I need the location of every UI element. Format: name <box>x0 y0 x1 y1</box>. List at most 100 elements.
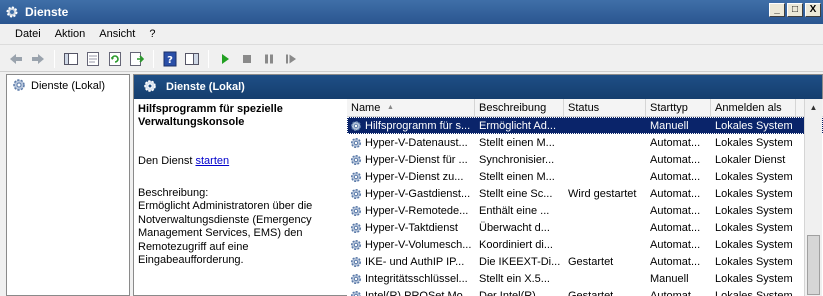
cell-logon: Lokales System <box>715 119 793 132</box>
table-row[interactable]: IKE- und AuthIP IP... Die IKEEXT-Di... Ges… <box>347 253 823 270</box>
cell-name: Hyper-V-Gastdienst... <box>347 185 475 202</box>
cell-status <box>564 134 646 151</box>
close-button[interactable]: X <box>805 3 821 17</box>
service-gear-icon <box>349 119 363 133</box>
back-arrow-icon[interactable] <box>6 49 26 69</box>
toolbar-separator <box>153 49 154 68</box>
cell-name: Hyper-V-Datenaust... <box>347 134 475 151</box>
cell-status <box>564 202 646 219</box>
cell-name: Hyper-V-Dienst zu... <box>347 168 475 185</box>
cell-logon: Lokales System <box>715 289 793 296</box>
service-gear-icon <box>349 204 363 218</box>
title-bar: Dienste _ □ X <box>0 0 823 24</box>
help-icon[interactable]: ? <box>160 49 180 69</box>
toolbar: ? <box>0 46 823 72</box>
tree-item-dienste-lokal[interactable]: Dienste (Lokal) <box>7 77 129 95</box>
cell-description: Koordiniert di... <box>479 238 553 251</box>
service-gear-icon <box>349 187 363 201</box>
cell-name: Hyper-V-Taktdienst <box>347 219 475 236</box>
table-row[interactable]: Hyper-V-Dienst für ... Synchronisier... Au… <box>347 151 823 168</box>
play-icon[interactable] <box>215 49 235 69</box>
maximize-button[interactable]: □ <box>787 3 803 17</box>
cell-status <box>564 236 646 253</box>
service-gear-icon <box>349 221 363 235</box>
stop-icon[interactable] <box>237 49 257 69</box>
scroll-up-icon[interactable]: ▲ <box>805 99 822 116</box>
table-row[interactable]: Hilfsprogramm für s... Ermöglicht Ad... Ma… <box>347 117 823 134</box>
cell-logon: Lokales System <box>715 187 793 200</box>
pause-icon[interactable] <box>259 49 279 69</box>
refresh-icon[interactable] <box>105 49 125 69</box>
console-tree-icon[interactable] <box>61 49 81 69</box>
vertical-scrollbar[interactable]: ▲ <box>804 99 822 296</box>
cell-description: Stellt eine Sc... <box>479 187 553 200</box>
restart-icon[interactable] <box>281 49 301 69</box>
minimize-button[interactable]: _ <box>769 3 785 17</box>
cell-name: Integritätsschlüssel... <box>347 270 475 287</box>
table-row[interactable]: Hyper-V-Volumesch... Koordiniert di... Aut… <box>347 236 823 253</box>
forward-arrow-icon[interactable] <box>28 49 48 69</box>
start-service-link[interactable]: starten <box>195 155 229 167</box>
table-row[interactable]: Integritätsschlüssel... Stellt ein X.5...… <box>347 270 823 287</box>
window-title: Dienste <box>25 5 69 19</box>
services-table: Name ▲ Beschreibung Status Starttyp Anmel… <box>347 99 823 296</box>
service-gear-icon <box>349 255 363 269</box>
cell-starttype: Automat... <box>650 238 701 251</box>
cell-status <box>564 117 646 134</box>
menu-ansicht[interactable]: Ansicht <box>92 28 142 40</box>
export-list-icon[interactable] <box>127 49 147 69</box>
cell-starttype: Automat... <box>650 136 701 149</box>
pane-header: Dienste (Lokal) <box>134 75 822 99</box>
service-heading: Hilfsprogramm für spezielle Verwaltungsk… <box>138 103 283 128</box>
cell-status: Gestartet <box>568 289 614 296</box>
cell-description: Stellt einen M... <box>479 170 555 183</box>
cell-status: Gestartet <box>568 255 614 268</box>
cell-description: Stellt einen M... <box>479 136 555 149</box>
cell-description: Ermöglicht Ad... <box>479 119 557 132</box>
start-service-line: Den Dienst starten <box>138 155 338 167</box>
cell-status <box>564 168 646 185</box>
description-label: Beschreibung: <box>138 187 209 199</box>
table-row[interactable]: Intel(R) PROSet Mo... Der Intel(R) ... Ges… <box>347 287 823 296</box>
table-row[interactable]: Hyper-V-Datenaust... Stellt einen M... Aut… <box>347 134 823 151</box>
table-row[interactable]: Hyper-V-Dienst zu... Stellt einen M... Aut… <box>347 168 823 185</box>
cell-logon: Lokales System <box>715 170 793 183</box>
services-icon <box>11 77 27 96</box>
toolbar-separator <box>208 49 209 68</box>
table-row[interactable]: Hyper-V-Taktdienst Überwacht d... Automat.… <box>347 219 823 236</box>
pane-title: Dienste (Lokal) <box>166 81 245 93</box>
column-header-starttype[interactable]: Starttyp <box>646 99 711 117</box>
start-prefix: Den Dienst <box>138 155 196 167</box>
cell-description: Synchronisier... <box>479 153 555 166</box>
service-gear-icon <box>349 136 363 150</box>
cell-status <box>564 270 646 287</box>
scrollbar-thumb[interactable] <box>807 235 820 295</box>
cell-logon: Lokales System <box>715 221 793 234</box>
menu-bar: Datei Aktion Ansicht ? <box>0 24 823 45</box>
service-gear-icon <box>349 238 363 252</box>
cell-starttype: Automat... <box>650 187 701 200</box>
column-header-status[interactable]: Status <box>564 99 646 117</box>
services-pane: Dienste (Lokal) Hilfsprogramm für spezie… <box>133 74 823 296</box>
menu-help[interactable]: ? <box>142 28 162 40</box>
menu-datei[interactable]: Datei <box>8 28 48 40</box>
cell-logon: Lokales System <box>715 136 793 149</box>
column-header-name[interactable]: Name ▲ <box>347 99 475 117</box>
column-header-description[interactable]: Beschreibung <box>475 99 564 117</box>
cell-logon: Lokales System <box>715 255 793 268</box>
column-header-logon[interactable]: Anmelden als <box>711 99 796 117</box>
table-row[interactable]: Hyper-V-Gastdienst... Stellt eine Sc... Wi… <box>347 185 823 202</box>
cell-status <box>564 151 646 168</box>
show-hide-icon[interactable] <box>182 49 202 69</box>
cell-name: Hilfsprogramm für s... <box>347 117 475 134</box>
service-detail-panel: Hilfsprogramm für spezielle Verwaltungsk… <box>138 103 338 268</box>
menu-aktion[interactable]: Aktion <box>48 28 93 40</box>
sort-ascending-icon: ▲ <box>387 104 394 111</box>
table-row[interactable]: Hyper-V-Remotede... Enthält eine ... Autom… <box>347 202 823 219</box>
service-gear-icon <box>349 170 363 184</box>
properties-icon[interactable] <box>83 49 103 69</box>
cell-status: Wird gestartet <box>568 187 637 200</box>
description-text: Ermöglicht Administratoren über die Notv… <box>138 200 313 266</box>
tree-item-label: Dienste (Lokal) <box>31 80 105 92</box>
cell-description: Der Intel(R) ... <box>479 289 549 296</box>
